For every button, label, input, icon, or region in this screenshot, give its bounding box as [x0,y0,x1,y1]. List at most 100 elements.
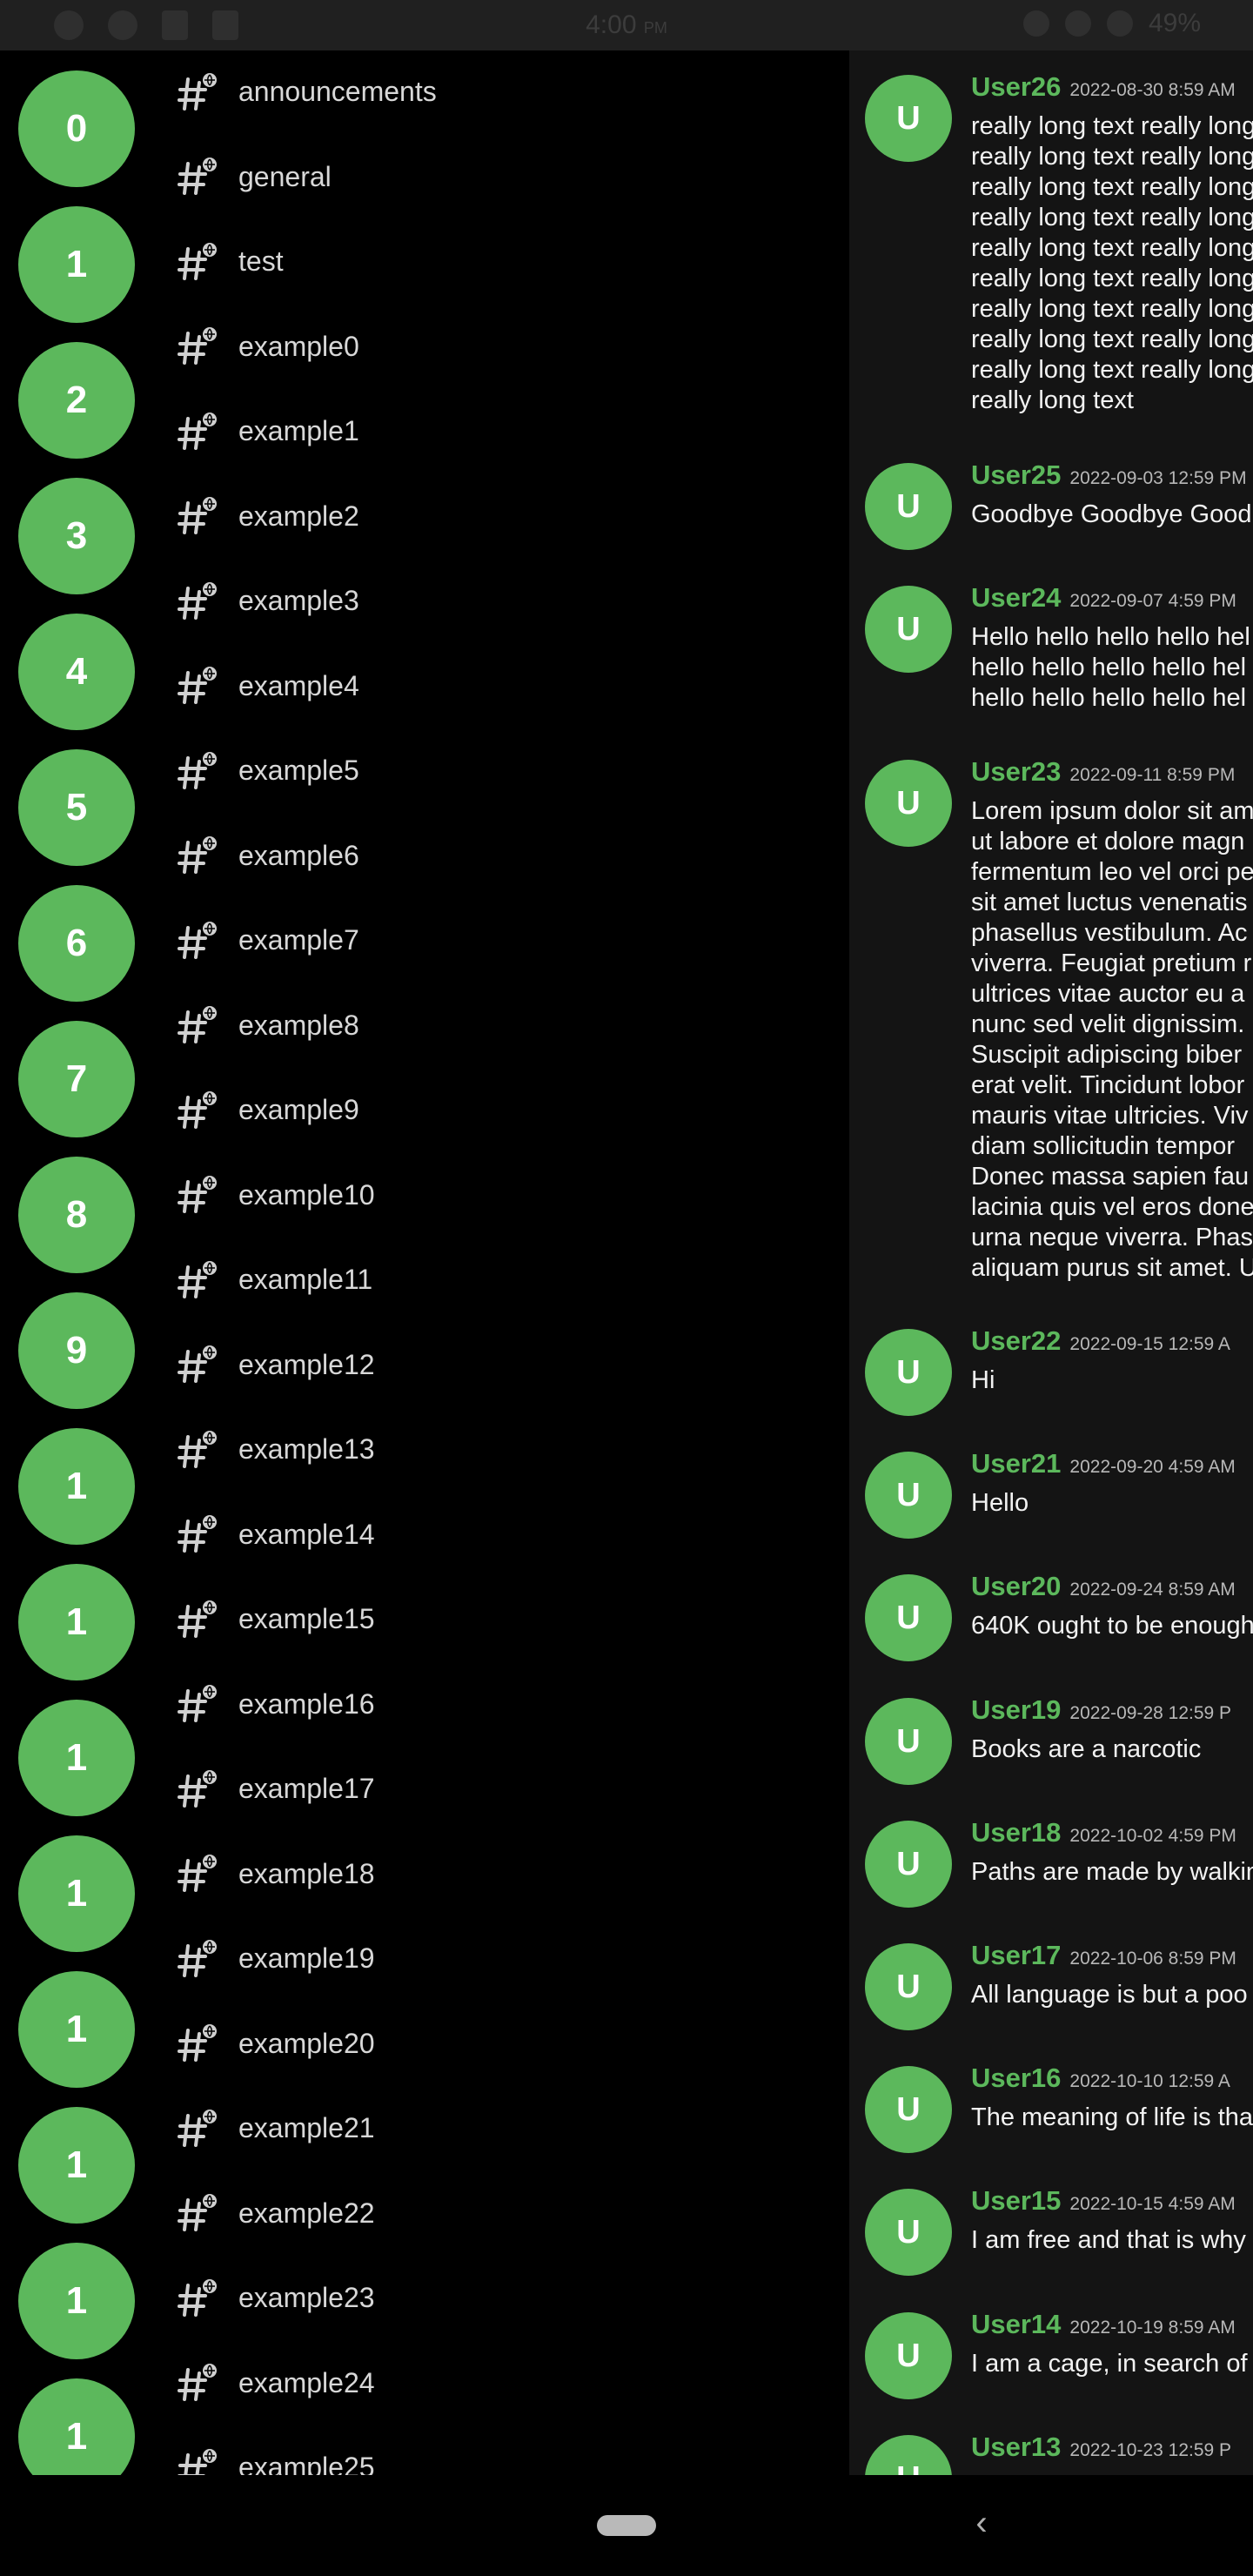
avatar[interactable]: U [865,1574,952,1661]
channel-item[interactable]: example1 [153,389,849,473]
channel-name: example6 [238,839,359,871]
server-icon[interactable]: 3 [18,478,135,594]
channel-item[interactable]: example8 [153,983,849,1068]
channel-item[interactable]: example24 [153,2341,849,2425]
avatar[interactable]: U [865,2189,952,2276]
channel-item[interactable]: example16 [153,1662,849,1747]
channel-item[interactable]: example7 [153,898,849,983]
message-timestamp: 2022-09-07 4:59 PM [1069,591,1236,611]
message-author[interactable]: User19 [971,1694,1061,1725]
message-text: All language is but a poo [971,1981,1248,2009]
message-timestamp: 2022-10-10 12:59 A [1069,2071,1230,2091]
server-icon[interactable]: 1 [18,1428,135,1545]
avatar[interactable]: U [865,1698,952,1785]
server-list[interactable]: 0123456789111111111 [0,50,153,2475]
channel-name: test [238,245,284,277]
channel-list[interactable]: announcements general test example0 example1… [153,50,849,2475]
status-bar: 4:00 PM 49% [0,0,1253,50]
server-icon[interactable]: 1 [18,1700,135,1816]
channel-item[interactable]: example4 [153,644,849,728]
avatar[interactable]: U [865,1452,952,1539]
channel-item[interactable]: example13 [153,1407,849,1492]
channel-item[interactable]: example20 [153,2002,849,2086]
avatar[interactable]: U [865,1943,952,2030]
message-author[interactable]: User16 [971,2063,1061,2093]
channel-item[interactable]: example5 [153,728,849,813]
avatar[interactable]: U [865,75,952,162]
channel-item[interactable]: announcements [153,50,849,134]
server-icon[interactable]: 0 [18,70,135,187]
channel-item[interactable]: example12 [153,1323,849,1407]
channel-item[interactable]: example0 [153,305,849,389]
message-author[interactable]: User24 [971,582,1061,613]
channel-item[interactable]: example21 [153,2086,849,2170]
server-icon[interactable]: 1 [18,1835,135,1952]
hashtag-globe-icon [176,1513,219,1556]
avatar[interactable]: U [865,586,952,673]
channel-item[interactable]: general [153,135,849,219]
channel-item[interactable]: example25 [153,2425,849,2475]
message-timestamp: 2022-09-24 8:59 AM [1069,1580,1236,1600]
channel-item[interactable]: example3 [153,559,849,643]
server-icon[interactable]: 5 [18,749,135,866]
channel-item[interactable]: example22 [153,2171,849,2256]
avatar[interactable]: U [865,463,952,550]
message-author[interactable]: User20 [971,1571,1061,1601]
server-icon[interactable]: 7 [18,1021,135,1137]
message-author[interactable]: User25 [971,460,1061,490]
channel-item[interactable]: example14 [153,1493,849,1577]
server-icon[interactable]: 8 [18,1157,135,1273]
message-author[interactable]: User14 [971,2309,1061,2339]
channel-name: example3 [238,585,359,616]
channel-item[interactable]: test [153,219,849,304]
message-list[interactable]: U User26 2022-08-30 8:59 AM really long tex… [849,50,1253,2475]
channel-item[interactable]: example2 [153,474,849,559]
message-author[interactable]: User23 [971,756,1061,787]
server-icon[interactable]: 1 [18,2107,135,2224]
navigation-bar: ‹ [0,2475,1253,2576]
server-icon[interactable]: 4 [18,614,135,730]
channel-item[interactable]: example17 [153,1747,849,1831]
server-icon[interactable]: 1 [18,2378,135,2475]
message-author[interactable]: User13 [971,2432,1061,2462]
channel-item[interactable]: example19 [153,1916,849,2001]
avatar[interactable]: U [865,2066,952,2153]
channel-item[interactable]: example9 [153,1068,849,1152]
server-icon[interactable]: 1 [18,2243,135,2359]
server-icon[interactable]: 2 [18,342,135,459]
channel-item[interactable]: example10 [153,1153,849,1238]
server-icon[interactable]: 1 [18,1564,135,1680]
avatar[interactable]: U [865,1329,952,1416]
message-timestamp: 2022-10-19 8:59 AM [1069,2318,1236,2338]
message-author[interactable]: User18 [971,1817,1061,1848]
server-icon[interactable]: 6 [18,885,135,1002]
avatar[interactable]: U [865,1821,952,1908]
message-text: really long text really long really long… [971,112,1253,414]
server-icon[interactable]: 1 [18,1971,135,2088]
hashtag-globe-icon [176,834,219,877]
message-author[interactable]: User17 [971,1940,1061,1970]
avatar[interactable]: U [865,2312,952,2399]
channel-name: example13 [238,1433,375,1465]
message-author[interactable]: User21 [971,1448,1061,1479]
avatar[interactable]: U [865,760,952,847]
message-text: Hello [971,1489,1029,1517]
home-button[interactable] [597,2515,656,2536]
channel-item[interactable]: example6 [153,814,849,898]
server-icon[interactable]: 9 [18,1292,135,1409]
server-icon[interactable]: 1 [18,206,135,323]
channel-item[interactable]: example18 [153,1832,849,1916]
channel-name: example21 [238,2112,375,2143]
hashtag-globe-icon [176,494,219,538]
message-author[interactable]: User22 [971,1325,1061,1356]
channel-name: example2 [238,500,359,532]
avatar[interactable]: U [865,2435,952,2475]
channel-item[interactable]: example23 [153,2256,849,2340]
message-author[interactable]: User15 [971,2185,1061,2216]
message-timestamp: 2022-10-06 8:59 PM [1069,1949,1236,1969]
channel-item[interactable]: example11 [153,1238,849,1322]
back-button[interactable]: ‹ [966,2501,997,2545]
message-author[interactable]: User26 [971,71,1061,102]
channel-item[interactable]: example15 [153,1577,849,1661]
hashtag-globe-icon [176,919,219,963]
